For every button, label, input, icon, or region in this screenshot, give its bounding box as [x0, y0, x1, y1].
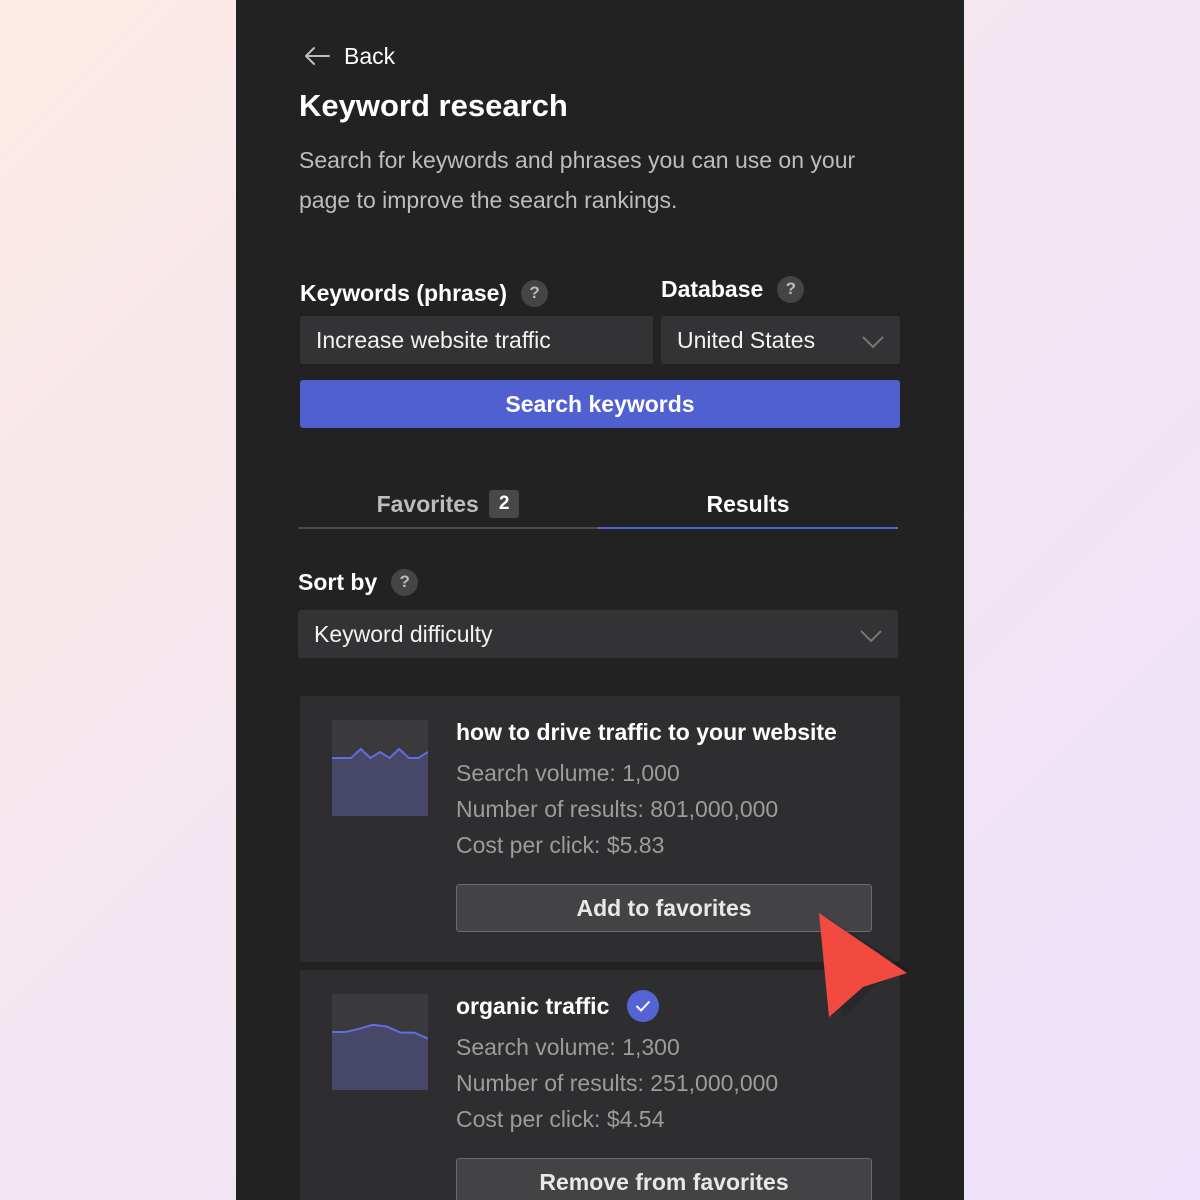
- keywords-label: Keywords (phrase): [300, 279, 508, 306]
- database-select-value: United States: [677, 326, 816, 353]
- keyword-title-row: organic traffic: [456, 988, 660, 1024]
- favorited-check-icon: [627, 990, 660, 1022]
- number-of-results: Number of results: 251,000,000: [456, 1070, 779, 1096]
- sort-select-value: Keyword difficulty: [314, 620, 493, 647]
- search-keywords-button[interactable]: Search keywords: [300, 380, 900, 428]
- tab-results-label: Results: [706, 490, 790, 517]
- number-of-results: Number of results: 801,000,000: [456, 796, 779, 822]
- database-label-row: Database ?: [661, 274, 805, 304]
- tab-favorites-label: Favorites: [376, 490, 479, 517]
- add-to-favorites-button[interactable]: Add to favorites: [456, 884, 872, 932]
- mouse-pointer-icon: [815, 905, 915, 1030]
- tab-divider: [298, 527, 598, 529]
- cost-per-click: Cost per click: $5.83: [456, 832, 665, 858]
- sort-label-row: Sort by ?: [298, 567, 419, 597]
- trend-chart: [332, 994, 428, 1090]
- tab-favorites[interactable]: Favorites 2: [298, 480, 598, 528]
- page-title: Keyword research: [299, 88, 568, 123]
- page-description: Search for keywords and phrases you can …: [299, 147, 856, 213]
- remove-from-favorites-button[interactable]: Remove from favorites: [456, 1158, 872, 1200]
- database-select[interactable]: United States: [661, 316, 900, 364]
- keyword-title: organic traffic: [456, 992, 610, 1019]
- active-tab-indicator: [598, 527, 898, 529]
- keyword-title-row: how to drive traffic to your website: [456, 714, 837, 750]
- keywords-input-value: Increase website traffic: [316, 326, 551, 353]
- tab-results[interactable]: Results: [598, 480, 898, 528]
- back-link[interactable]: Back: [304, 38, 395, 74]
- keywords-input[interactable]: Increase website traffic: [300, 316, 653, 364]
- cost-per-click: Cost per click: $4.54: [456, 1106, 665, 1132]
- trend-chart: [332, 720, 428, 816]
- back-label: Back: [344, 42, 396, 69]
- search-volume: Search volume: 1,300: [456, 1034, 680, 1060]
- result-card: how to drive traffic to your website Sea…: [300, 696, 900, 962]
- help-icon[interactable]: ?: [391, 568, 419, 596]
- database-label: Database: [661, 275, 764, 302]
- keyword-title: how to drive traffic to your website: [456, 718, 837, 745]
- trend-area: [332, 749, 428, 816]
- help-icon[interactable]: ?: [777, 275, 805, 303]
- trend-area: [332, 1024, 428, 1090]
- trend-chart-svg: [332, 994, 428, 1090]
- sort-label: Sort by: [298, 568, 378, 595]
- chevron-down-icon: [862, 327, 884, 354]
- result-card: organic traffic Search volume: 1,300 Num…: [300, 970, 900, 1200]
- chevron-down-icon: [860, 621, 882, 648]
- keywords-label-row: Keywords (phrase) ?: [300, 278, 549, 308]
- arrow-left-icon: [304, 46, 330, 66]
- sort-select[interactable]: Keyword difficulty: [298, 610, 898, 658]
- search-volume: Search volume: 1,000: [456, 760, 680, 786]
- help-icon[interactable]: ?: [521, 279, 549, 307]
- favorites-count-badge: 2: [488, 490, 520, 518]
- trend-chart-svg: [332, 720, 428, 816]
